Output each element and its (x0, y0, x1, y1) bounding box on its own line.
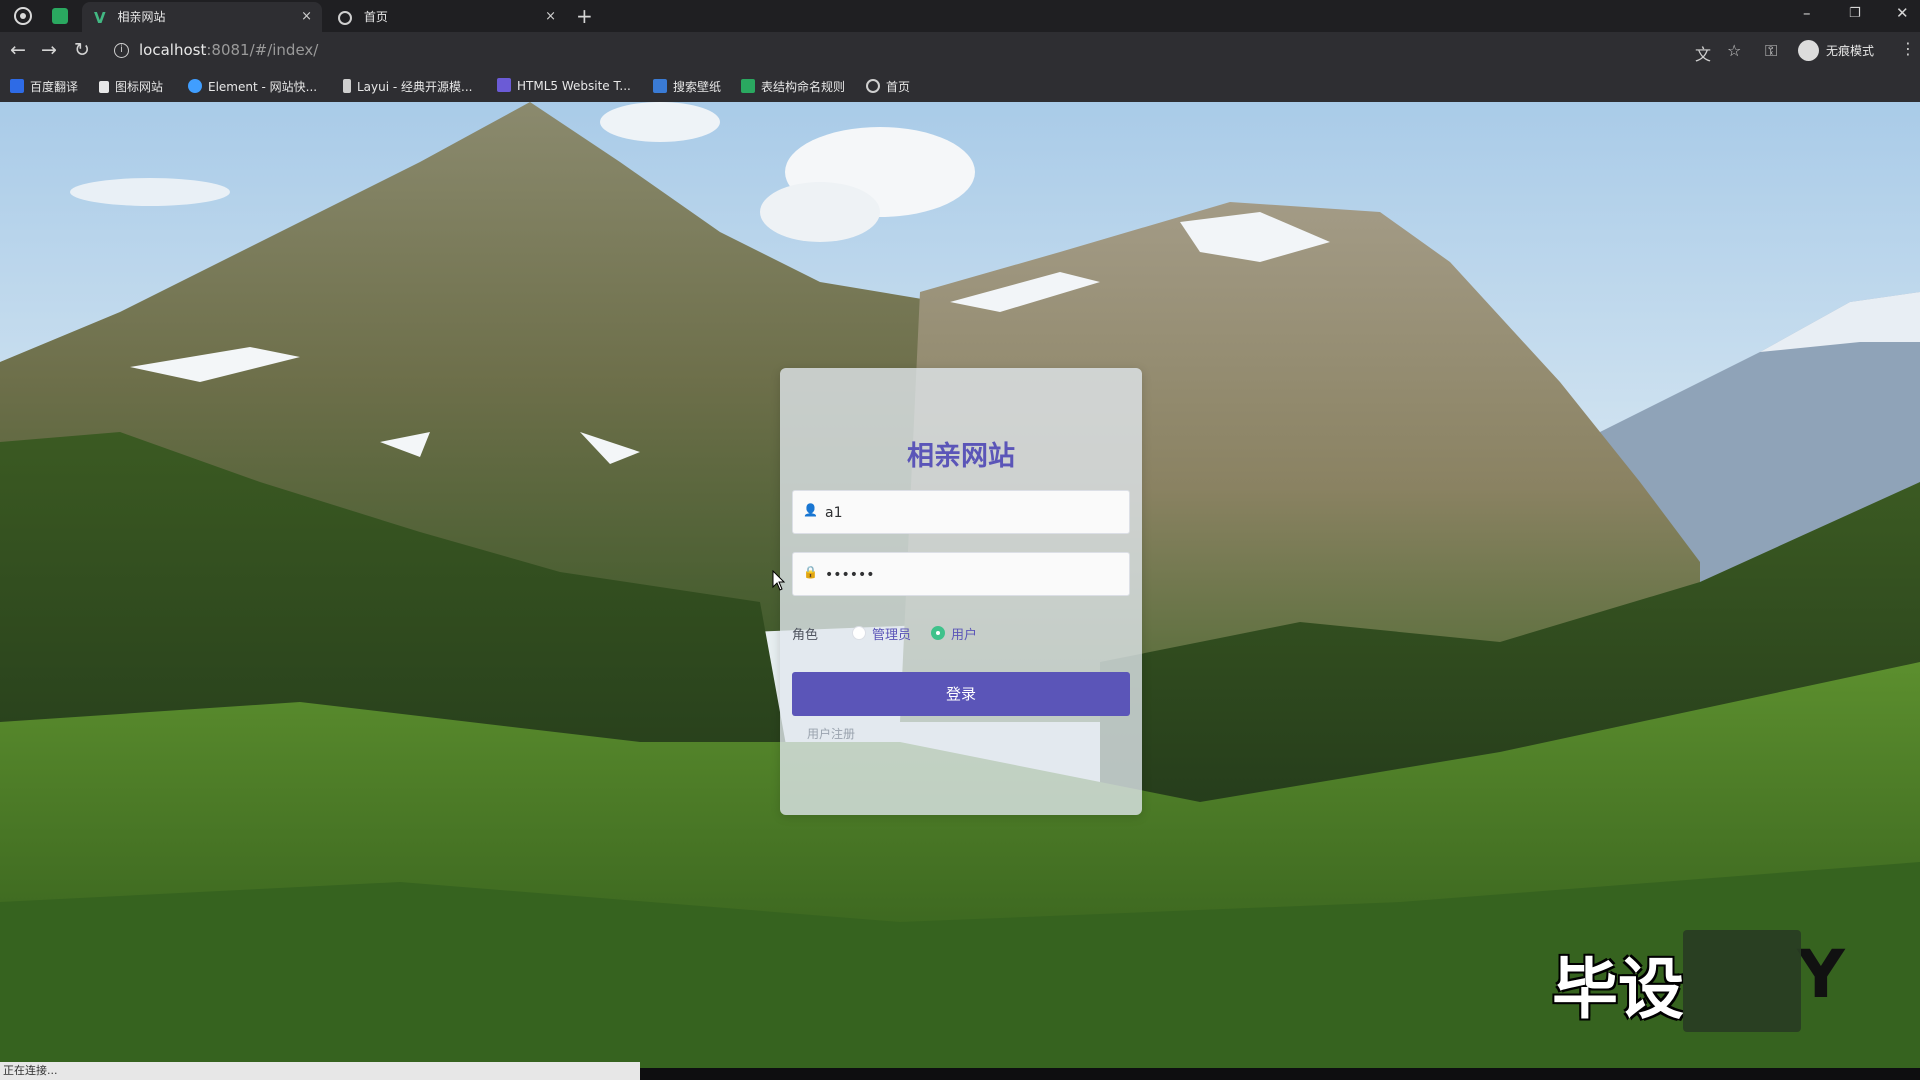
bookmark-label: HTML5 Website T... (517, 79, 631, 93)
incognito-label[interactable]: 无痕模式 (1826, 42, 1874, 59)
tab-title: 相亲网站 (117, 10, 166, 24)
tab-group-icon[interactable] (52, 8, 68, 24)
element-icon (188, 79, 202, 93)
reload-icon[interactable]: ↻ (74, 39, 90, 61)
new-tab-button[interactable]: + (576, 4, 593, 28)
bookmark-label: Layui - 经典开源模... (357, 80, 473, 94)
vue-icon: V (94, 8, 106, 27)
watermark-blur (1683, 930, 1801, 1032)
globe-icon (338, 10, 352, 25)
password-input[interactable] (823, 553, 1122, 597)
bookmark-label: 表结构命名规则 (761, 80, 846, 94)
login-button[interactable]: 登录 (792, 672, 1130, 716)
bookmark-label: 首页 (886, 80, 911, 94)
key-icon[interactable]: ⚿ (1765, 41, 1777, 61)
star-icon[interactable]: ☆ (1727, 41, 1741, 60)
bookmark-item[interactable]: Layui - 经典开源模... (343, 78, 472, 95)
watermark-tail: Y (1797, 936, 1845, 1013)
url-path: :8081/#/index/ (206, 41, 319, 59)
bookmark-item[interactable]: 首页 (866, 78, 910, 95)
sheet-icon (741, 79, 755, 93)
wallpaper-icon (653, 79, 667, 93)
layui-icon (343, 79, 351, 93)
close-tab-icon[interactable]: × (301, 2, 312, 32)
bookmark-item[interactable]: 图标网站 (99, 78, 163, 95)
mouse-cursor-icon (772, 570, 786, 591)
tab-active[interactable]: V 相亲网站 × (82, 2, 322, 32)
bookmark-item[interactable]: 搜索壁纸 (653, 78, 721, 95)
radio-admin[interactable] (852, 626, 866, 640)
flag-icon (99, 81, 109, 93)
restore-icon[interactable]: ❐ (1849, 6, 1861, 21)
html5-icon (497, 78, 511, 92)
role-label: 角色 (792, 628, 819, 643)
browser-logo-icon (14, 7, 32, 25)
site-info-icon[interactable]: i (114, 43, 129, 58)
translate-icon[interactable]: 文 (1695, 41, 1711, 65)
login-card: 相亲网站 👤 🔒 角色 管理员 用户 登录 用户注册 (780, 368, 1142, 815)
close-window-icon[interactable]: ✕ (1896, 4, 1909, 22)
password-field[interactable]: 🔒 (792, 552, 1130, 597)
register-link[interactable]: 用户注册 (807, 725, 855, 742)
minimize-icon[interactable]: – (1803, 4, 1811, 22)
bookmark-item[interactable]: HTML5 Website T... (497, 78, 631, 93)
bookmark-item[interactable]: 百度翻译 (10, 78, 78, 95)
tab-inactive[interactable]: 首页 × (326, 2, 566, 32)
close-tab-icon[interactable]: × (545, 2, 556, 32)
role-selector: 角色 管理员 用户 (792, 622, 1130, 644)
browser-tab-bar: V 相亲网站 × 首页 × + – ❐ ✕ (0, 0, 1920, 32)
bookmark-label: 图标网站 (115, 80, 164, 94)
bookmark-label: Element - 网站快... (208, 80, 318, 94)
bookmark-label: 搜索壁纸 (673, 80, 722, 94)
status-bar: 正在连接... (0, 1062, 640, 1080)
user-icon: 👤 (803, 503, 818, 517)
site-title: 相亲网站 (907, 441, 1015, 472)
globe-icon (866, 79, 880, 93)
bookmarks-bar: 百度翻译 图标网站 Element - 网站快... Layui - 经典开源模… (0, 70, 1920, 103)
browser-menu-icon[interactable]: ⋮ (1900, 39, 1916, 58)
url-field[interactable]: localhost:8081/#/index/ (139, 41, 318, 59)
lock-icon: 🔒 (803, 565, 818, 579)
address-bar-row: ← → ↻ i localhost:8081/#/index/ 文 ☆ ⚿ 无痕… (0, 32, 1920, 70)
tab-title: 首页 (363, 10, 388, 24)
radio-admin-label[interactable]: 管理员 (872, 624, 911, 643)
forward-icon[interactable]: → (41, 39, 57, 61)
baidu-translate-icon (10, 79, 24, 93)
username-field[interactable]: 👤 (792, 490, 1130, 535)
bookmark-label: 百度翻译 (30, 80, 79, 94)
back-icon[interactable]: ← (10, 39, 26, 61)
radio-user-label[interactable]: 用户 (951, 624, 977, 643)
watermark-text: 毕设 (1552, 951, 1684, 1028)
url-host: localhost (139, 41, 207, 59)
username-input[interactable] (823, 491, 1122, 535)
radio-user[interactable] (931, 626, 945, 640)
bookmark-item[interactable]: 表结构命名规则 (741, 78, 845, 95)
bookmark-item[interactable]: Element - 网站快... (188, 78, 317, 95)
incognito-icon[interactable] (1798, 40, 1819, 61)
